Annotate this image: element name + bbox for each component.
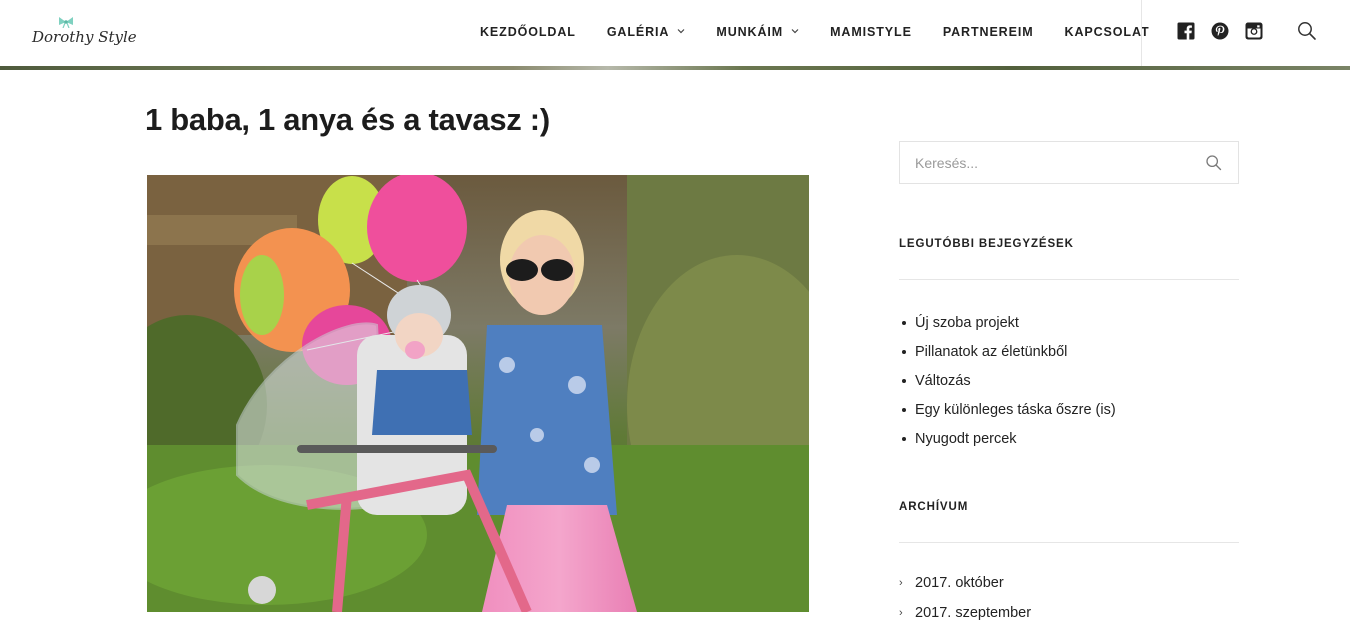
list-item: › 2017. szeptember [899, 598, 1031, 628]
list-item: Egy különleges táska őszre (is) [899, 395, 1116, 424]
bullet-icon [902, 349, 906, 354]
list-item: Pillanatok az életünkből [899, 337, 1116, 366]
logo-text: Dorothy Style [32, 28, 137, 46]
bullet-icon [902, 436, 906, 441]
nav-item-kezdooldal[interactable]: KEZDŐOLDAL [480, 22, 576, 42]
search-icon[interactable] [1205, 154, 1223, 172]
nav-item-label: MUNKÁIM [716, 25, 784, 39]
featured-photo [147, 175, 809, 612]
archive-list: › 2017. október › 2017. szeptember [899, 568, 1031, 628]
search-icon[interactable] [1297, 21, 1317, 41]
chevron-right-icon: › [899, 577, 903, 589]
search-box [899, 141, 1239, 184]
main-nav: KEZDŐOLDAL GALÉRIA MUNKÁIM MAMISTYLE PAR… [480, 22, 1149, 42]
site-logo[interactable]: Dorothy Style [32, 16, 137, 50]
recent-post-link[interactable]: Pillanatok az életünkből [915, 344, 1067, 360]
list-item: Új szoba projekt [899, 308, 1116, 337]
bullet-icon [902, 378, 906, 383]
list-item: Változás [899, 366, 1116, 395]
nav-item-kapcsolat[interactable]: KAPCSOLAT [1065, 22, 1150, 42]
nav-item-label: MAMISTYLE [830, 25, 912, 39]
header-divider [1141, 0, 1142, 66]
recent-post-link[interactable]: Változás [915, 373, 971, 389]
header-photo-strip [0, 66, 1350, 70]
chevron-down-icon [791, 26, 799, 36]
pinterest-icon[interactable] [1211, 22, 1229, 40]
nav-item-label: KEZDŐOLDAL [480, 25, 576, 39]
nav-item-munkaim[interactable]: MUNKÁIM [716, 22, 799, 42]
search-input[interactable] [900, 142, 1200, 183]
site-header: Dorothy Style KEZDŐOLDAL GALÉRIA MUNKÁIM… [0, 0, 1350, 66]
chevron-down-icon [677, 26, 685, 36]
recent-posts-list: Új szoba projekt Pillanatok az életünkbő… [899, 308, 1116, 453]
instagram-icon[interactable] [1245, 22, 1263, 40]
post-title[interactable]: 1 baba, 1 anya és a tavasz :) [145, 102, 550, 138]
post-featured-image[interactable] [147, 175, 809, 612]
recent-post-link[interactable]: Egy különleges táska őszre (is) [915, 402, 1116, 418]
recent-post-link[interactable]: Nyugodt percek [915, 431, 1017, 447]
list-item: › 2017. október [899, 568, 1031, 598]
archive-link[interactable]: 2017. szeptember [915, 605, 1031, 621]
chevron-right-icon: › [899, 607, 903, 619]
archive-link[interactable]: 2017. október [915, 575, 1004, 591]
nav-item-partnereim[interactable]: PARTNEREIM [943, 22, 1034, 42]
nav-item-mamistyle[interactable]: MAMISTYLE [830, 22, 912, 42]
nav-item-label: GALÉRIA [606, 25, 670, 39]
nav-item-label: PARTNEREIM [942, 25, 1034, 39]
recent-post-link[interactable]: Új szoba projekt [915, 315, 1019, 331]
nav-item-label: KAPCSOLAT [1064, 25, 1150, 39]
widget-divider [899, 279, 1239, 280]
recent-posts-title: LEGUTÓBBI BEJEGYZÉSEK [899, 238, 1074, 250]
list-item: Nyugodt percek [899, 424, 1116, 453]
nav-item-galeria[interactable]: GALÉRIA [607, 22, 686, 42]
widget-divider [899, 542, 1239, 543]
bullet-icon [902, 320, 906, 325]
bullet-icon [902, 407, 906, 412]
archive-title: ARCHÍVUM [899, 501, 969, 513]
facebook-icon[interactable] [1177, 22, 1195, 40]
bow-icon [59, 17, 73, 28]
